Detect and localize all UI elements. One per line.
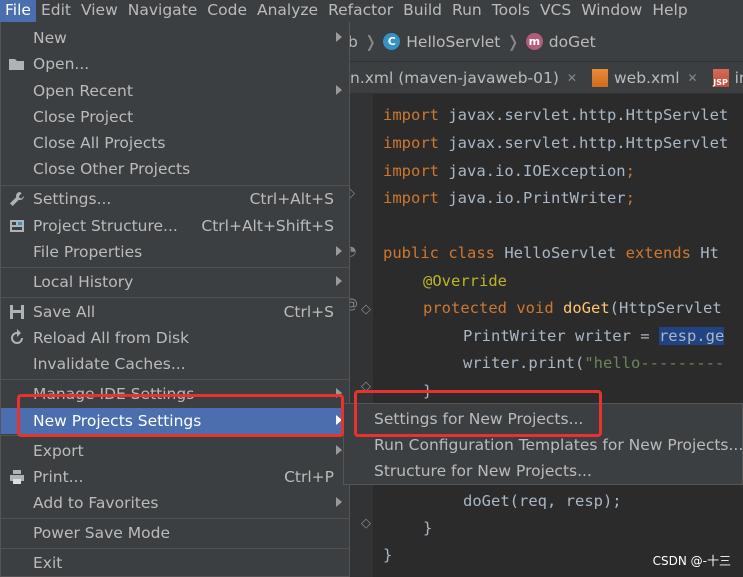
menu-code[interactable]: Code (202, 0, 252, 22)
menu-item-add-to-favorites[interactable]: Add to Favorites (1, 490, 349, 516)
editor-tabs: n.xml (maven-javaweb-01) ✕ web.xml ✕ JSP… (343, 62, 743, 94)
code-line: PrintWriter writer = resp.ge (463, 327, 725, 345)
close-icon[interactable]: ✕ (567, 71, 577, 85)
menu-item-project-structure[interactable]: Project Structure... Ctrl+Alt+Shift+S (1, 213, 349, 239)
watermark: CSDN @-十三 (652, 554, 731, 568)
breadcrumb-separator-icon: ❭ (506, 32, 520, 51)
breadcrumb-class[interactable]: HelloServlet (406, 33, 500, 51)
menu-view[interactable]: View (76, 0, 123, 22)
menu-item-print[interactable]: Print... Ctrl+P (1, 464, 349, 490)
breadcrumb-method[interactable]: doGet (549, 33, 596, 51)
menu-help[interactable]: Help (647, 0, 692, 22)
method-icon: m (525, 33, 543, 50)
code-line: writer.print("hello--------- (463, 354, 725, 372)
menu-separator (1, 297, 349, 298)
breadcrumb: b ❭ C HelloServlet ❭ m doGet (343, 22, 743, 62)
menu-item-power-save-mode[interactable]: Power Save Mode (1, 520, 349, 546)
menu-separator (1, 548, 349, 549)
tab-label: n.xml (maven-javaweb-01) (350, 68, 559, 87)
chevron-right-icon (336, 497, 342, 507)
class-icon: C (383, 33, 401, 50)
chevron-right-icon (336, 246, 342, 256)
xml-file-icon (591, 68, 608, 87)
menu-run[interactable]: Run (447, 0, 487, 22)
code-line: doGet(req, resp); (463, 492, 622, 510)
menu-refactor[interactable]: Refactor (323, 0, 398, 22)
annotation-box (17, 394, 344, 437)
menu-item-open[interactable]: Open... (1, 51, 349, 77)
menu-tools[interactable]: Tools (487, 0, 535, 22)
menu-analyze[interactable]: Analyze (252, 0, 323, 22)
tab-index-jsp[interactable]: JSP ind (706, 62, 743, 93)
menu-item-export[interactable]: Export (1, 438, 349, 464)
menu-item-local-history[interactable]: Local History (1, 269, 349, 295)
menu-build[interactable]: Build (398, 0, 447, 22)
menu-separator (1, 518, 349, 519)
menu-edit[interactable]: Edit (36, 0, 76, 22)
menu-vcs[interactable]: VCS (535, 0, 576, 22)
project-structure-icon (8, 217, 26, 235)
chevron-right-icon (336, 32, 342, 42)
code-editor[interactable]: import javax.servlet.http.HttpServlet im… (373, 94, 743, 577)
fold-icon[interactable]: ◇ (361, 516, 371, 531)
menu-item-settings[interactable]: Settings... Ctrl+Alt+S (1, 186, 349, 212)
code-line: protected void doGet(HttpServlet (423, 299, 722, 317)
menu-bar: File Edit View Navigate Code Analyze Ref… (0, 0, 743, 22)
code-line: public class HelloServlet extends Ht (383, 244, 719, 262)
close-icon[interactable]: ✕ (688, 71, 698, 85)
menu-item-new[interactable]: New (1, 25, 349, 51)
menu-item-exit[interactable]: Exit (1, 550, 349, 576)
menu-item-close-all-projects[interactable]: Close All Projects (1, 130, 349, 156)
code-line: import javax.servlet.http.HttpServlet (383, 106, 729, 124)
tab-label: ind (734, 68, 743, 87)
tab-pom-xml[interactable]: n.xml (maven-javaweb-01) ✕ (343, 62, 585, 93)
wrench-icon (8, 190, 26, 208)
jsp-file-icon: JSP (712, 68, 729, 87)
menu-item-save-all[interactable]: Save All Ctrl+S (1, 299, 349, 325)
menu-item-invalidate-caches[interactable]: Invalidate Caches... (1, 351, 349, 377)
menu-file[interactable]: File (0, 0, 36, 22)
tab-web-xml[interactable]: web.xml ✕ (585, 62, 706, 93)
printer-icon (8, 468, 26, 486)
code-line: import javax.servlet.http.HttpServlet (383, 134, 729, 152)
menu-item-open-recent[interactable]: Open Recent (1, 78, 349, 104)
menu-item-reload-all[interactable]: Reload All from Disk (1, 325, 349, 351)
menu-item-close-other-projects[interactable]: Close Other Projects (1, 156, 349, 182)
code-line: import java.io.IOException; (383, 162, 635, 180)
menu-item-close-project[interactable]: Close Project (1, 104, 349, 130)
menu-item-file-properties[interactable]: File Properties (1, 239, 349, 265)
menu-separator (1, 379, 349, 380)
menu-navigate[interactable]: Navigate (123, 0, 203, 22)
folder-icon (8, 55, 26, 73)
save-icon (8, 303, 26, 321)
chevron-right-icon (336, 445, 342, 455)
annotation-box (354, 390, 602, 437)
chevron-right-icon (336, 85, 342, 95)
menu-separator (1, 267, 349, 268)
file-menu-dropdown: New Open... Open Recent Close Project Cl… (0, 22, 350, 577)
breadcrumb-separator-icon: ❭ (363, 32, 378, 51)
menu-item-structure-for-new-projects[interactable]: Structure for New Projects... (344, 458, 743, 484)
code-line: @Override (423, 272, 507, 290)
code-line: } (423, 519, 433, 537)
tab-label: web.xml (613, 68, 680, 87)
fold-icon[interactable]: ◇ (361, 302, 371, 317)
reload-icon (8, 329, 26, 347)
code-line: import java.io.PrintWriter; (383, 189, 635, 207)
menu-window[interactable]: Window (576, 0, 647, 22)
code-line: } (383, 546, 393, 564)
chevron-right-icon (336, 276, 342, 286)
